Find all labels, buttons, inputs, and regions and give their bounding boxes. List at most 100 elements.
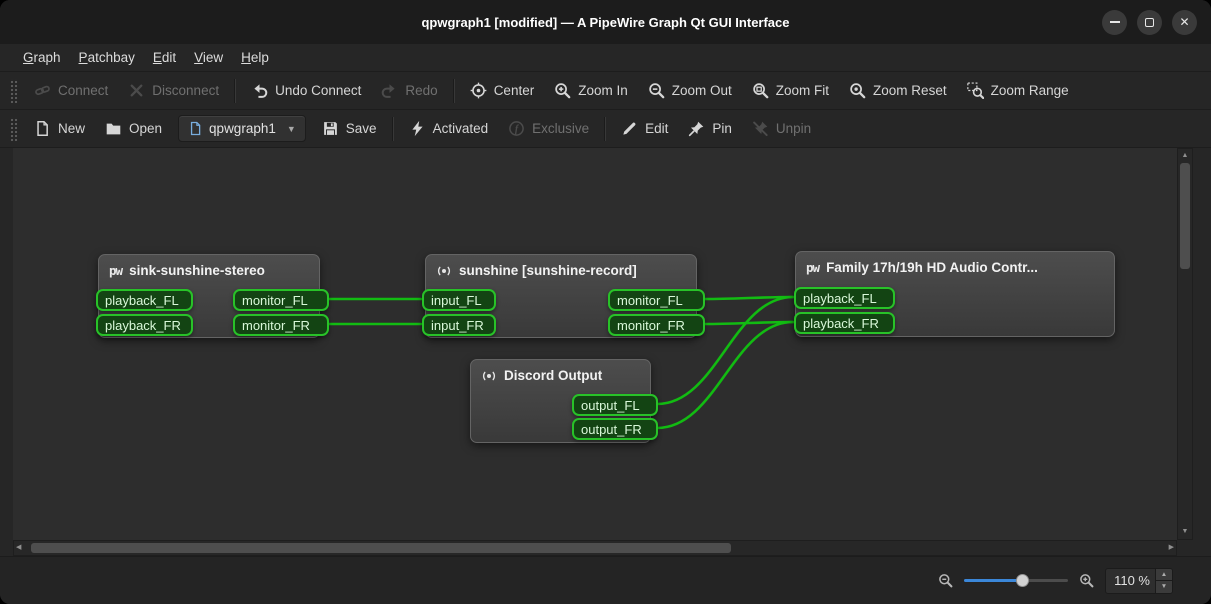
menu-view[interactable]: View	[185, 46, 232, 69]
zoom-range-button[interactable]: Zoom Range	[957, 76, 1079, 106]
center-button[interactable]: Center	[460, 76, 545, 106]
port-input-fl[interactable]: input_FL	[422, 289, 496, 311]
node-discord-output[interactable]: Discord Output output_FL output_FR	[470, 359, 651, 443]
patchbay-select[interactable]: qpwgraph1 ▼	[178, 115, 306, 142]
toolbar-separator	[453, 79, 455, 103]
exclusive-button[interactable]: f Exclusive	[498, 114, 599, 144]
port-playback-fr[interactable]: playback_FR	[794, 312, 895, 334]
port-output-fl[interactable]: output_FL	[572, 394, 658, 416]
horizontal-scroll-thumb[interactable]	[31, 543, 731, 553]
scroll-left-arrow[interactable]: ◀	[16, 541, 21, 555]
close-icon: ✕	[1179, 16, 1189, 28]
menu-patchbay[interactable]: Patchbay	[70, 46, 144, 69]
new-file-icon	[34, 120, 51, 137]
node-title: Discord Output	[471, 360, 650, 391]
menu-graph[interactable]: Graph	[14, 46, 70, 69]
port-monitor-fl[interactable]: monitor_FL	[233, 289, 329, 311]
zoom-reset-button[interactable]: Zoom Reset	[839, 76, 957, 106]
toolbar-separator	[604, 117, 606, 141]
svg-text:f: f	[515, 124, 520, 135]
redo-button[interactable]: Redo	[371, 76, 447, 106]
chevron-down-icon: ▼	[287, 124, 296, 134]
save-button[interactable]: Save	[312, 114, 387, 144]
zoom-out-label: Zoom Out	[672, 83, 732, 98]
menubar: Graph Patchbay Edit View Help	[0, 44, 1211, 72]
graph-canvas[interactable]: pw sink-sunshine-stereo playback_FL play…	[13, 148, 1177, 540]
unpin-label: Unpin	[776, 121, 811, 136]
port-monitor-fr[interactable]: monitor_FR	[608, 314, 705, 336]
activated-button[interactable]: Activated	[399, 114, 499, 144]
node-title: sunshine [sunshine-record]	[426, 255, 696, 286]
close-button[interactable]: ✕	[1172, 10, 1197, 35]
zoom-value[interactable]: 110 %	[1106, 569, 1155, 593]
node-family-hd-audio[interactable]: pw Family 17h/19h HD Audio Contr... play…	[795, 251, 1115, 337]
scroll-up-arrow[interactable]: ▲	[1178, 149, 1192, 163]
node-title: pw sink-sunshine-stereo	[99, 255, 319, 286]
vertical-scrollbar[interactable]: ▲ ▼	[1177, 148, 1193, 540]
port-input-fr[interactable]: input_FR	[422, 314, 496, 336]
zoom-in-button[interactable]: Zoom In	[544, 76, 638, 106]
minimize-button[interactable]	[1102, 10, 1127, 35]
open-folder-icon	[105, 120, 122, 137]
maximize-button[interactable]	[1137, 10, 1162, 35]
node-sunshine[interactable]: sunshine [sunshine-record] input_FL inpu…	[425, 254, 697, 338]
toolbar-grip[interactable]	[10, 117, 18, 141]
port-monitor-fr[interactable]: monitor_FR	[233, 314, 329, 336]
zoom-slider[interactable]	[964, 572, 1068, 589]
exclusive-label: Exclusive	[532, 121, 589, 136]
pin-button[interactable]: Pin	[678, 114, 742, 144]
spin-up-arrow[interactable]: ▲	[1156, 569, 1172, 581]
open-button[interactable]: Open	[95, 114, 172, 144]
horizontal-scrollbar[interactable]: ◀ ▶	[13, 540, 1177, 556]
zoom-fit-button[interactable]: Zoom Fit	[742, 76, 839, 106]
audio-app-icon	[481, 368, 497, 384]
zoom-range-icon	[967, 82, 984, 99]
patchbay-select-value: qpwgraph1	[209, 121, 276, 136]
toolbar-grip[interactable]	[10, 79, 18, 103]
scroll-right-arrow[interactable]: ▶	[1169, 541, 1174, 555]
menu-help[interactable]: Help	[232, 46, 278, 69]
unpin-icon	[752, 120, 769, 137]
window-controls: ✕	[1102, 0, 1197, 44]
menu-edit[interactable]: Edit	[144, 46, 185, 69]
pin-label: Pin	[712, 121, 732, 136]
connection-layer	[13, 148, 1177, 540]
unpin-button[interactable]: Unpin	[742, 114, 821, 144]
disconnect-button[interactable]: Disconnect	[118, 76, 229, 106]
center-label: Center	[494, 83, 535, 98]
pipewire-icon: pw	[806, 260, 819, 275]
statusbar: 110 % ▲ ▼	[0, 556, 1211, 604]
port-playback-fl[interactable]: playback_FL	[794, 287, 895, 309]
scroll-down-arrow[interactable]: ▼	[1178, 525, 1192, 539]
app-window: qpwgraph1 [modified] — A PipeWire Graph …	[0, 0, 1211, 604]
node-sink-sunshine-stereo[interactable]: pw sink-sunshine-stereo playback_FL play…	[98, 254, 320, 338]
edit-button[interactable]: Edit	[611, 114, 678, 144]
disconnect-label: Disconnect	[152, 83, 219, 98]
exclusive-icon: f	[508, 120, 525, 137]
connect-button[interactable]: Connect	[24, 76, 118, 106]
port-monitor-fl[interactable]: monitor_FL	[608, 289, 705, 311]
zoom-out-icon	[648, 82, 665, 99]
zoom-in-small-icon[interactable]	[1079, 573, 1094, 588]
zoom-out-button[interactable]: Zoom Out	[638, 76, 742, 106]
pin-icon	[688, 120, 705, 137]
save-label: Save	[346, 121, 377, 136]
port-playback-fl[interactable]: playback_FL	[96, 289, 193, 311]
undo-icon	[251, 82, 268, 99]
patchbay-file-icon	[188, 121, 203, 136]
port-playback-fr[interactable]: playback_FR	[96, 314, 193, 336]
open-label: Open	[129, 121, 162, 136]
zoom-slider-handle[interactable]	[1016, 574, 1029, 587]
port-output-fr[interactable]: output_FR	[572, 418, 658, 440]
zoom-fit-label: Zoom Fit	[776, 83, 829, 98]
undo-connect-button[interactable]: Undo Connect	[241, 76, 371, 106]
new-button[interactable]: New	[24, 114, 95, 144]
zoom-spinbox[interactable]: 110 % ▲ ▼	[1105, 568, 1173, 594]
zoom-in-icon	[554, 82, 571, 99]
vertical-scroll-thumb[interactable]	[1180, 163, 1190, 269]
zoom-out-small-icon[interactable]	[938, 573, 953, 588]
minimize-icon	[1110, 21, 1120, 23]
connect-label: Connect	[58, 83, 108, 98]
zoom-reset-label: Zoom Reset	[873, 83, 947, 98]
spin-down-arrow[interactable]: ▼	[1156, 580, 1172, 593]
